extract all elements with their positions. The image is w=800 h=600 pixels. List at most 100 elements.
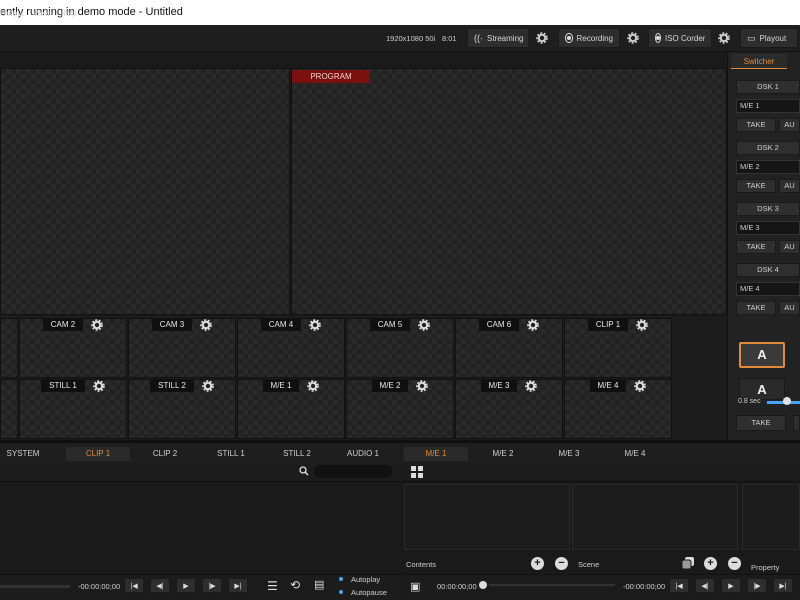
input-tile[interactable]: M/E 3 xyxy=(455,379,563,439)
menu-output[interactable]: Output xyxy=(0,9,24,18)
input-gear-icon[interactable] xyxy=(91,319,104,331)
duration-slider-handle[interactable] xyxy=(783,397,791,405)
rewind-button[interactable]: ◀| xyxy=(150,578,170,593)
preview-monitor[interactable] xyxy=(0,68,290,315)
tab-clip-1[interactable]: CLIP 1 xyxy=(66,447,130,461)
iso-settings-gear-icon[interactable] xyxy=(718,32,730,44)
dsk-3-source-select[interactable]: M/E 3 xyxy=(736,221,800,235)
remove-content-button[interactable]: − xyxy=(555,557,568,570)
dsk-4-auto-button[interactable]: AU xyxy=(779,301,800,315)
input-tile[interactable]: CAM 4 xyxy=(237,318,345,378)
input-tile[interactable]: CAM 2 xyxy=(19,318,127,378)
input-gear-icon[interactable] xyxy=(525,380,538,392)
input-tile[interactable]: CAM 3 xyxy=(128,318,236,378)
recording-button[interactable]: Recording xyxy=(558,28,620,48)
input-tile-partial[interactable] xyxy=(0,318,18,378)
clip-search-input[interactable] xyxy=(314,465,392,478)
recording-settings-gear-icon[interactable] xyxy=(627,32,639,44)
menu-view[interactable]: View xyxy=(33,9,50,18)
me-rewind-button[interactable]: ◀| xyxy=(695,578,715,593)
playlist-icon[interactable]: ☰ xyxy=(267,579,278,593)
skip-end-button[interactable]: ▶| xyxy=(228,578,248,593)
input-gear-icon[interactable] xyxy=(202,380,214,392)
menu-help[interactable]: Help xyxy=(60,9,76,18)
input-gear-icon[interactable] xyxy=(634,380,647,392)
duplicate-scene-icon[interactable] xyxy=(681,557,695,570)
input-gear-icon[interactable] xyxy=(527,319,540,331)
input-gear-icon[interactable] xyxy=(307,380,320,392)
program-monitor[interactable] xyxy=(291,68,727,315)
folder-icon[interactable]: ▣ xyxy=(410,580,420,593)
skip-start-button[interactable]: |◀ xyxy=(124,578,144,593)
play-button[interactable]: ▶ xyxy=(176,578,196,593)
input-tile[interactable]: M/E 1 xyxy=(237,379,345,439)
input-tile[interactable]: M/E 2 xyxy=(346,379,454,439)
me-position-handle[interactable] xyxy=(479,581,487,589)
me-property-preview[interactable] xyxy=(742,484,800,550)
input-tile-partial[interactable] xyxy=(0,379,18,439)
me-position-track[interactable] xyxy=(489,584,615,586)
me-skip-end-button[interactable]: ▶| xyxy=(773,578,793,593)
transition-take-button[interactable]: TAKE xyxy=(736,415,786,431)
me-forward-button[interactable]: |▶ xyxy=(747,578,767,593)
add-scene-button[interactable]: + xyxy=(704,557,717,570)
dsk-3-auto-button[interactable]: AU xyxy=(779,240,800,254)
autoplay-option[interactable]: Autoplay xyxy=(351,575,380,584)
transition-auto-button-partial[interactable] xyxy=(793,415,800,431)
tab-me-1[interactable]: M/E 1 xyxy=(404,447,468,461)
tab-switcher[interactable]: Switcher xyxy=(731,54,787,69)
add-content-button[interactable]: + xyxy=(531,557,544,570)
tab-system[interactable]: SYSTEM xyxy=(0,447,46,461)
input-gear-icon[interactable] xyxy=(636,319,648,331)
dsk-3-button[interactable]: DSK 3 xyxy=(736,202,800,216)
input-gear-icon[interactable] xyxy=(200,319,213,331)
tab-me-4[interactable]: M/E 4 xyxy=(604,447,666,461)
dsk-2-take-button[interactable]: TAKE xyxy=(736,179,776,193)
dsk-2-button[interactable]: DSK 2 xyxy=(736,141,800,155)
me-skip-start-button[interactable]: |◀ xyxy=(669,578,689,593)
grid-view-icon[interactable] xyxy=(411,466,423,478)
tab-clip-2[interactable]: CLIP 2 xyxy=(134,447,196,461)
streaming-button[interactable]: ((· Streaming xyxy=(467,28,529,48)
input-tile[interactable]: CLIP 1 xyxy=(564,318,672,378)
me-play-button[interactable]: ▶ xyxy=(721,578,741,593)
me-scene-preview[interactable] xyxy=(572,484,738,550)
clip-list-area[interactable] xyxy=(0,482,400,574)
me-contents-preview[interactable] xyxy=(404,484,570,550)
autopause-option[interactable]: Autopause xyxy=(351,588,387,597)
transition-a-button[interactable]: A xyxy=(739,342,785,368)
input-tile[interactable]: CAM 6 xyxy=(455,318,563,378)
remove-scene-button[interactable]: − xyxy=(728,557,741,570)
input-tile[interactable]: STILL 1 xyxy=(19,379,127,439)
input-gear-icon[interactable] xyxy=(416,380,429,392)
input-tile[interactable]: STILL 2 xyxy=(128,379,236,439)
clapper-icon[interactable]: ▤ xyxy=(314,578,324,591)
input-tile[interactable]: M/E 4 xyxy=(564,379,672,439)
transition-a2-button[interactable]: A xyxy=(739,378,785,400)
dsk-2-source-select[interactable]: M/E 2 xyxy=(736,160,800,174)
clip-position-track[interactable] xyxy=(0,585,70,588)
input-tile[interactable]: CAM 5 xyxy=(346,318,454,378)
dsk-4-button[interactable]: DSK 4 xyxy=(736,263,800,277)
loop-icon[interactable]: ⟲ xyxy=(290,578,300,592)
tab-me-2[interactable]: M/E 2 xyxy=(472,447,534,461)
input-gear-icon[interactable] xyxy=(418,319,431,331)
streaming-settings-gear-icon[interactable] xyxy=(536,32,548,44)
iso-corder-button[interactable]: ISO Corder xyxy=(648,28,712,48)
tab-still-1[interactable]: STILL 1 xyxy=(200,447,262,461)
tab-still-2[interactable]: STILL 2 xyxy=(266,447,328,461)
tab-me-3[interactable]: M/E 3 xyxy=(538,447,600,461)
dsk-3-take-button[interactable]: TAKE xyxy=(736,240,776,254)
forward-button[interactable]: |▶ xyxy=(202,578,222,593)
input-gear-icon[interactable] xyxy=(93,380,105,392)
playout-button[interactable]: ▭ Playout xyxy=(740,28,798,48)
dsk-1-take-button[interactable]: TAKE xyxy=(736,118,776,132)
dsk-4-take-button[interactable]: TAKE xyxy=(736,301,776,315)
dsk-4-source-select[interactable]: M/E 4 xyxy=(736,282,800,296)
tab-audio-1[interactable]: AUDIO 1 xyxy=(332,447,394,461)
dsk-1-auto-button[interactable]: AU xyxy=(779,118,800,132)
dsk-1-button[interactable]: DSK 1 xyxy=(736,80,800,94)
dsk-1-source-select[interactable]: M/E 1 xyxy=(736,99,800,113)
input-gear-icon[interactable] xyxy=(309,319,322,331)
dsk-2-auto-button[interactable]: AU xyxy=(779,179,800,193)
